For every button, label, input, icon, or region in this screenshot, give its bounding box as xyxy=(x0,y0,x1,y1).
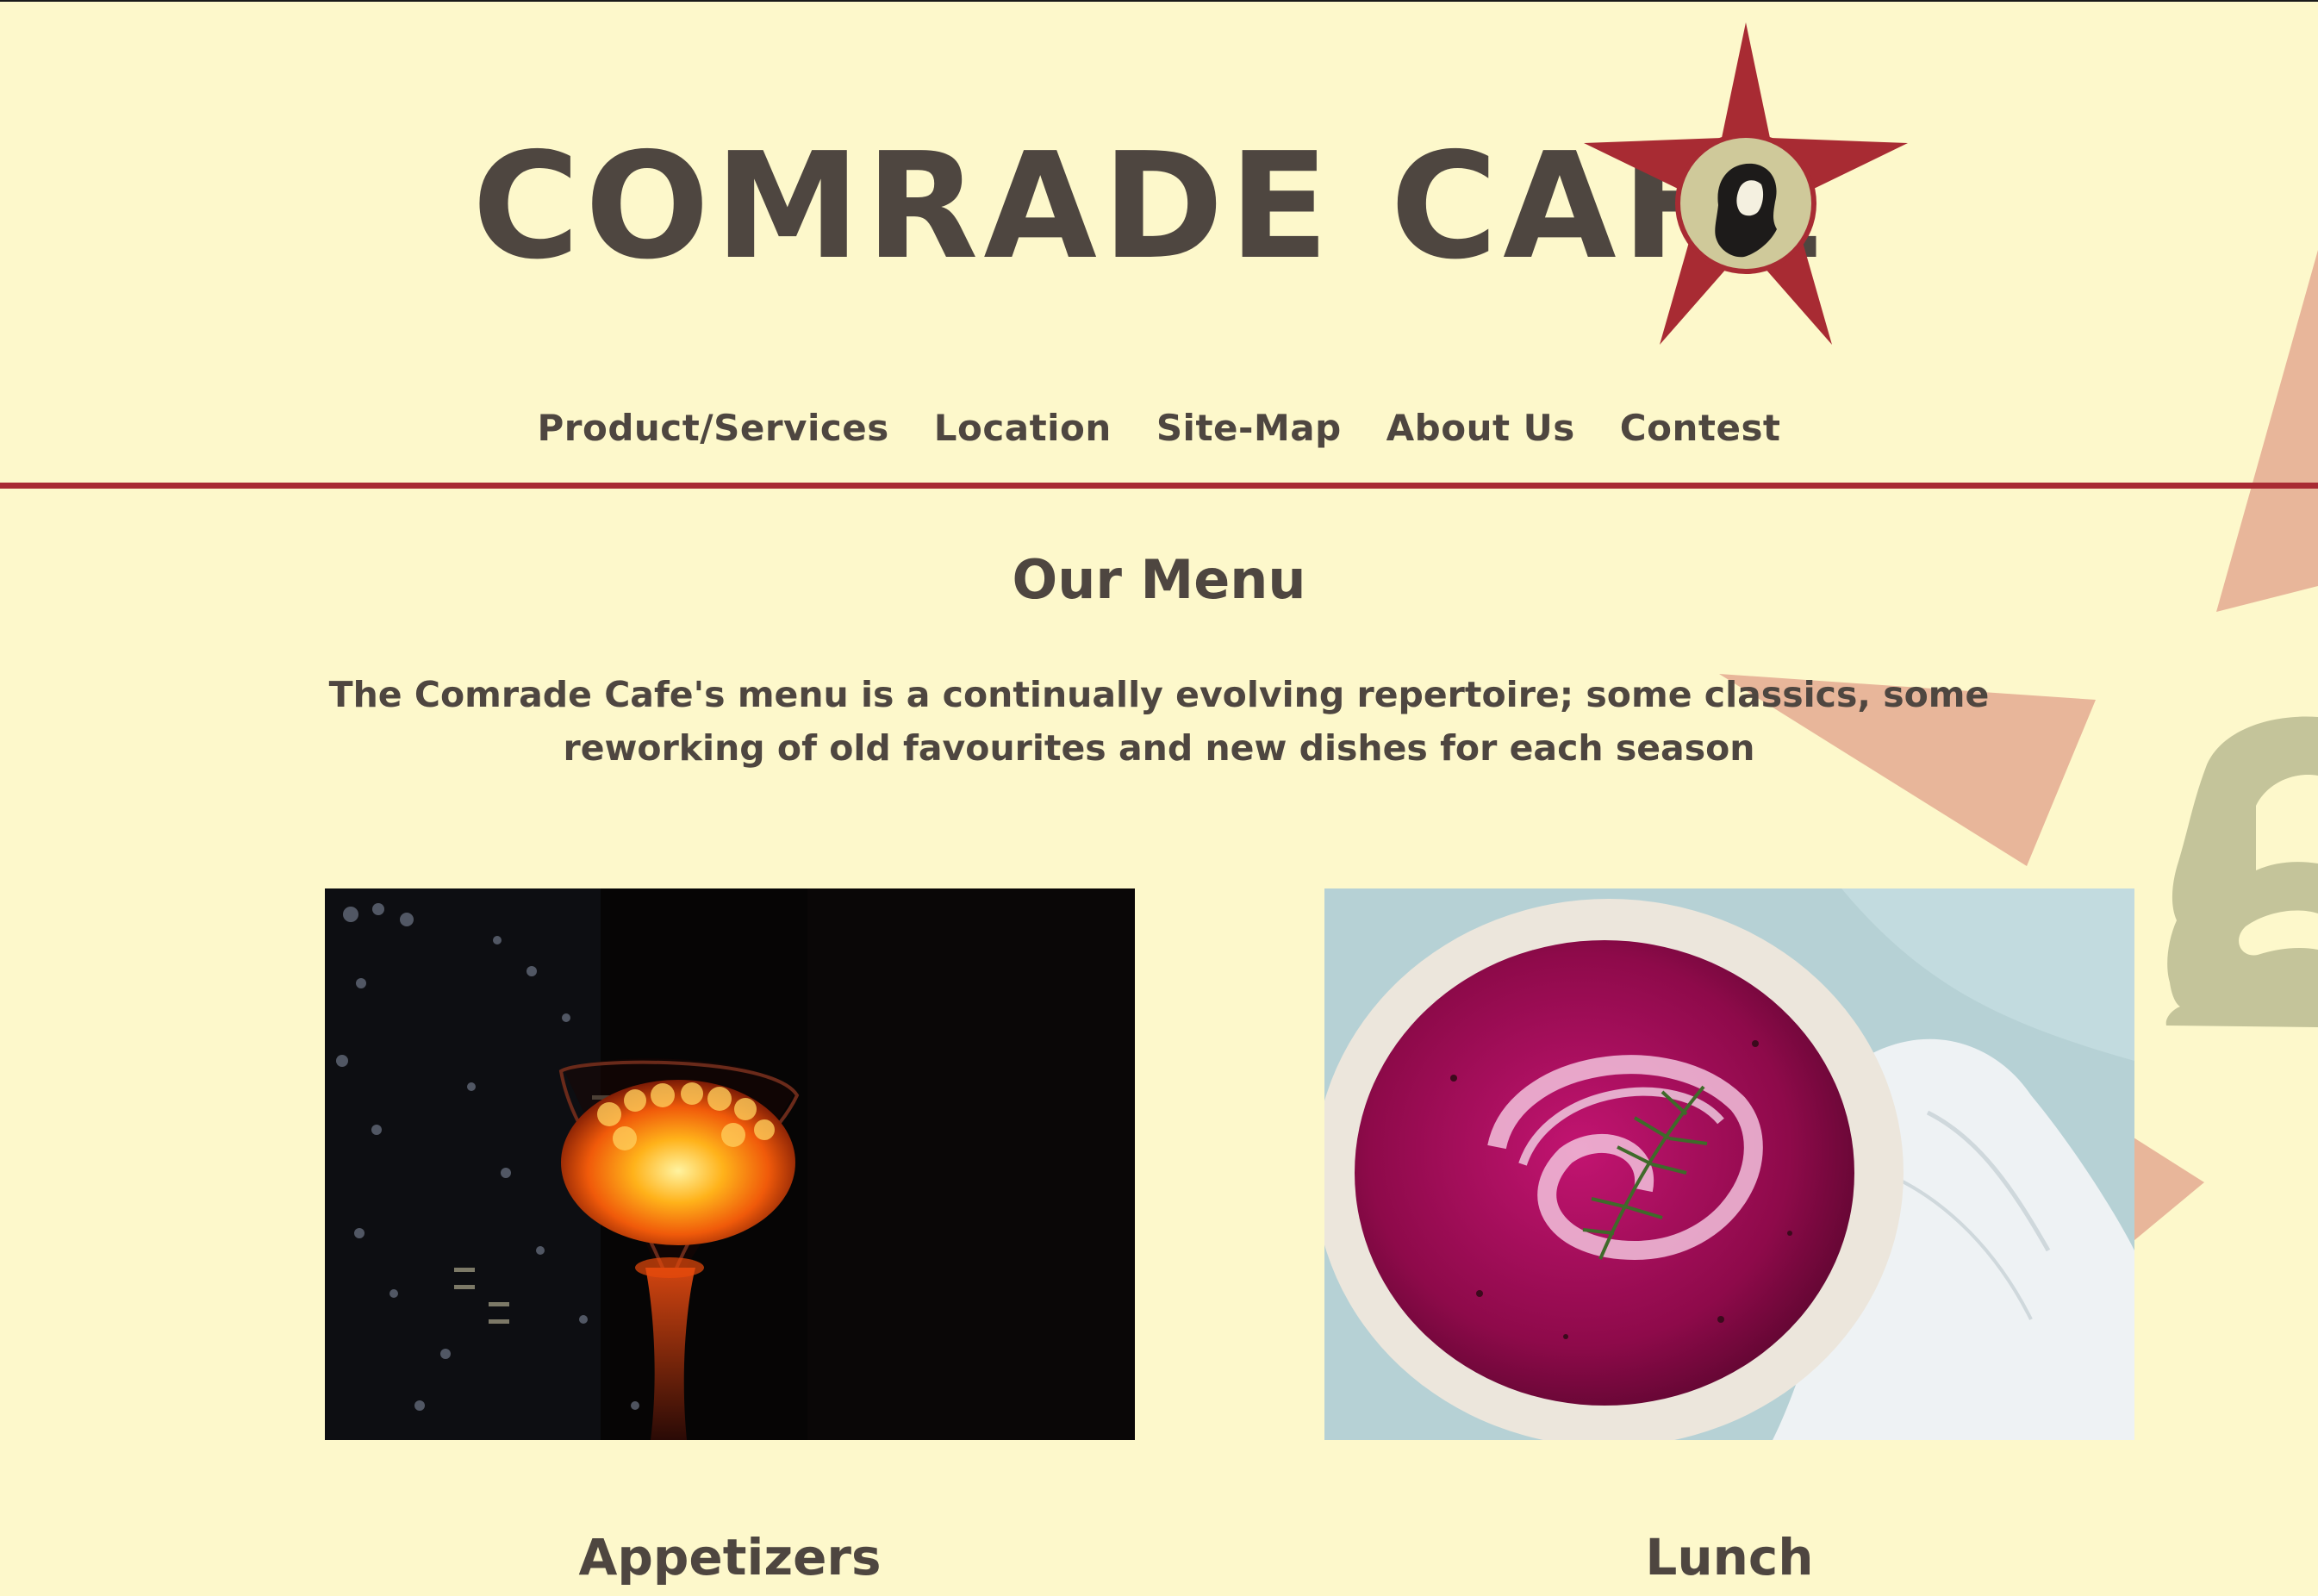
appetizers-image[interactable] xyxy=(325,888,1135,1440)
nav-item-contest[interactable]: Contest xyxy=(1620,407,1781,449)
nav-item-about-us[interactable]: About Us xyxy=(1386,407,1575,449)
red-star-portrait-icon[interactable] xyxy=(1577,17,1922,353)
main-nav: Product/Services Location Site-Map About… xyxy=(0,398,2318,457)
nav-item-site-map[interactable]: Site-Map xyxy=(1156,407,1342,449)
card-title-appetizers[interactable]: Appetizers xyxy=(325,1518,1135,1596)
nav-item-product-services[interactable]: Product/Services xyxy=(537,407,888,449)
menu-intro: The Comrade Cafe's menu is a continually… xyxy=(328,674,1990,769)
marx-silhouette-icon xyxy=(2165,716,2318,1027)
card-title-lunch[interactable]: Lunch xyxy=(1324,1518,2134,1596)
nav-item-location[interactable]: Location xyxy=(934,407,1112,449)
menu-heading: Our Menu xyxy=(1012,548,1306,611)
lunch-image[interactable] xyxy=(1324,888,2134,1440)
nav-divider xyxy=(0,483,2318,489)
